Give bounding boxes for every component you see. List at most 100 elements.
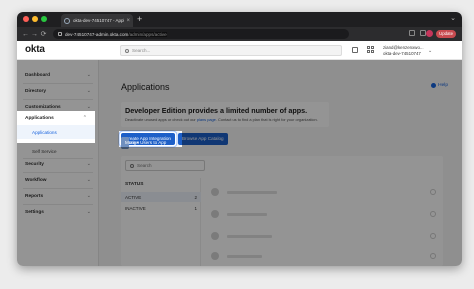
close-window-button[interactable] xyxy=(23,16,29,22)
status-count: 1 xyxy=(194,205,197,211)
app-grid-icon[interactable] xyxy=(367,46,375,54)
url-path: /admin/apps/active xyxy=(128,31,167,37)
table-row[interactable] xyxy=(211,230,436,242)
notice-text: Deactivate unused apps or check out our xyxy=(125,117,197,122)
sidebar-item-label: Settings xyxy=(25,209,44,215)
page-title: Applications xyxy=(121,82,170,92)
sidebar-item-label: Applications xyxy=(25,115,54,121)
maximize-window-button[interactable] xyxy=(41,16,47,22)
app-logo xyxy=(211,188,219,196)
browser-toolbar: ← → ⟳ dev-74510747-admin.okta.com/admin/… xyxy=(17,27,462,41)
gear-icon[interactable] xyxy=(430,211,436,217)
browser-tab[interactable]: okta-dev-74510747 - Applications × xyxy=(61,14,133,27)
more-button[interactable]: More ▾ xyxy=(121,137,139,149)
browse-app-catalog-button[interactable]: Browse App Catalog xyxy=(177,133,228,145)
okta-favicon-icon xyxy=(64,17,70,24)
gear-icon[interactable] xyxy=(430,253,436,259)
help-link[interactable]: Help xyxy=(431,83,448,88)
update-button[interactable]: Update xyxy=(436,30,456,38)
sidebar-item-label: Reports xyxy=(25,193,44,199)
apps-search-input[interactable]: Search xyxy=(125,160,205,171)
chevron-down-icon: ⌄ xyxy=(86,177,91,183)
status-count: 2 xyxy=(194,194,197,200)
app-logo xyxy=(211,210,219,218)
sidebar: Dashboard ⌄ Directory ⌄ Customizations ⌄… xyxy=(17,60,99,266)
search-placeholder: Search... xyxy=(132,48,151,53)
back-button[interactable]: ← xyxy=(21,31,30,38)
table-row[interactable] xyxy=(211,250,436,262)
status-label: ACTIVE xyxy=(125,194,142,200)
sidebar-subitem-self-service[interactable]: Self Service xyxy=(17,145,99,157)
gear-icon[interactable] xyxy=(430,189,436,195)
toolbar-icons xyxy=(409,30,426,36)
sidebar-item-reports[interactable]: Reports ⌄ xyxy=(17,189,99,203)
help-label: Help xyxy=(438,83,448,88)
status-filter: STATUS ACTIVE 2 INACTIVE 1 xyxy=(121,178,201,266)
org-name: okta-dev-74510747 xyxy=(383,50,421,56)
okta-header: okta Search... ziand@kenzenxwo... okta-d… xyxy=(17,41,462,60)
app-logo xyxy=(211,232,219,240)
global-search-input[interactable]: Search... xyxy=(120,45,342,56)
sidebar-applications-spotlight: Applications ⌃ Applications xyxy=(17,111,95,143)
new-tab-button[interactable]: + xyxy=(137,14,142,25)
forward-button[interactable]: → xyxy=(30,31,39,38)
status-filter-inactive[interactable]: INACTIVE 1 xyxy=(121,203,201,213)
help-icon xyxy=(431,83,437,88)
extensions-icon[interactable] xyxy=(409,30,415,36)
sidebar-item-dashboard[interactable]: Dashboard ⌄ xyxy=(17,68,99,82)
reload-button[interactable]: ⟳ xyxy=(39,30,48,38)
notice-text-end: . Contact us to find a plan that is righ… xyxy=(215,117,318,122)
url-text: dev-74510747-admin.okta.com/admin/apps/a… xyxy=(65,31,167,37)
okta-logo[interactable]: okta xyxy=(25,44,45,55)
user-menu-chevron-icon[interactable]: ⌄ xyxy=(428,48,432,54)
lock-icon xyxy=(58,32,62,36)
sidebar-subitem-applications[interactable]: Applications xyxy=(17,125,95,139)
app-name-placeholder xyxy=(227,254,262,258)
tab-close-icon[interactable]: × xyxy=(126,18,130,24)
chevron-down-icon: ⌄ xyxy=(86,88,91,94)
sidebar-item-directory[interactable]: Directory ⌄ xyxy=(17,84,99,98)
chevron-down-icon: ⌄ xyxy=(86,193,91,199)
minimize-window-button[interactable] xyxy=(32,16,38,22)
sidebar-item-label: Dashboard xyxy=(25,72,51,78)
profile-avatar[interactable] xyxy=(426,30,433,37)
browser-window: okta-dev-74510747 - Applications × + ⌄ ←… xyxy=(17,12,462,266)
sidebar-item-label: Customizations xyxy=(25,104,61,110)
tab-title: okta-dev-74510747 - Applications xyxy=(73,18,124,23)
app-name-placeholder xyxy=(227,190,277,194)
plans-page-link[interactable]: plans page xyxy=(197,117,216,122)
tab-strip: okta-dev-74510747 - Applications × + ⌄ xyxy=(17,12,462,27)
apps-table: Search STATUS ACTIVE 2 INACTIVE 1 xyxy=(121,156,443,266)
status-filter-active[interactable]: ACTIVE 2 xyxy=(121,192,201,202)
sidebar-item-settings[interactable]: Settings ⌄ xyxy=(17,205,99,219)
status-header: STATUS xyxy=(125,182,144,187)
action-buttons: Create App Integration Browse App Catalo… xyxy=(121,133,228,149)
chevron-up-icon: ⌃ xyxy=(82,115,87,121)
chevron-down-icon: ⌄ xyxy=(86,72,91,78)
sidebar-item-applications[interactable]: Applications ⌃ xyxy=(17,113,95,123)
search-icon xyxy=(130,163,134,168)
gear-icon[interactable] xyxy=(430,233,436,239)
table-row[interactable] xyxy=(211,186,436,198)
help-center-icon[interactable] xyxy=(352,47,358,53)
chevron-down-icon: ⌄ xyxy=(86,209,91,215)
user-email: ziand@kenzenxwo... xyxy=(383,45,424,50)
notice-title: Developer Edition provides a limited num… xyxy=(125,106,308,115)
search-icon xyxy=(125,48,129,53)
main-content: Applications Help Developer Edition prov… xyxy=(99,60,462,266)
app-name-placeholder xyxy=(227,234,272,238)
sidebar-item-security[interactable]: Security ⌄ xyxy=(17,157,99,171)
tab-list-chevron-icon[interactable]: ⌄ xyxy=(450,14,456,22)
sidebar-item-workflow[interactable]: Workflow ⌄ xyxy=(17,173,99,187)
sidebar-item-label: Directory xyxy=(25,88,47,94)
chevron-down-icon: ⌄ xyxy=(86,161,91,167)
address-bar[interactable]: dev-74510747-admin.okta.com/admin/apps/a… xyxy=(53,29,349,39)
table-row[interactable] xyxy=(211,208,436,220)
app-logo xyxy=(211,252,219,260)
developer-edition-notice: Developer Edition provides a limited num… xyxy=(121,102,329,127)
app-name-placeholder xyxy=(227,212,267,216)
sidebar-item-label: Workflow xyxy=(25,177,47,183)
chevron-down-icon: ⌄ xyxy=(86,104,91,110)
user-menu[interactable]: ziand@kenzenxwo... okta-dev-74510747 xyxy=(383,45,424,56)
notice-body: Deactivate unused apps or check out our … xyxy=(125,117,325,122)
